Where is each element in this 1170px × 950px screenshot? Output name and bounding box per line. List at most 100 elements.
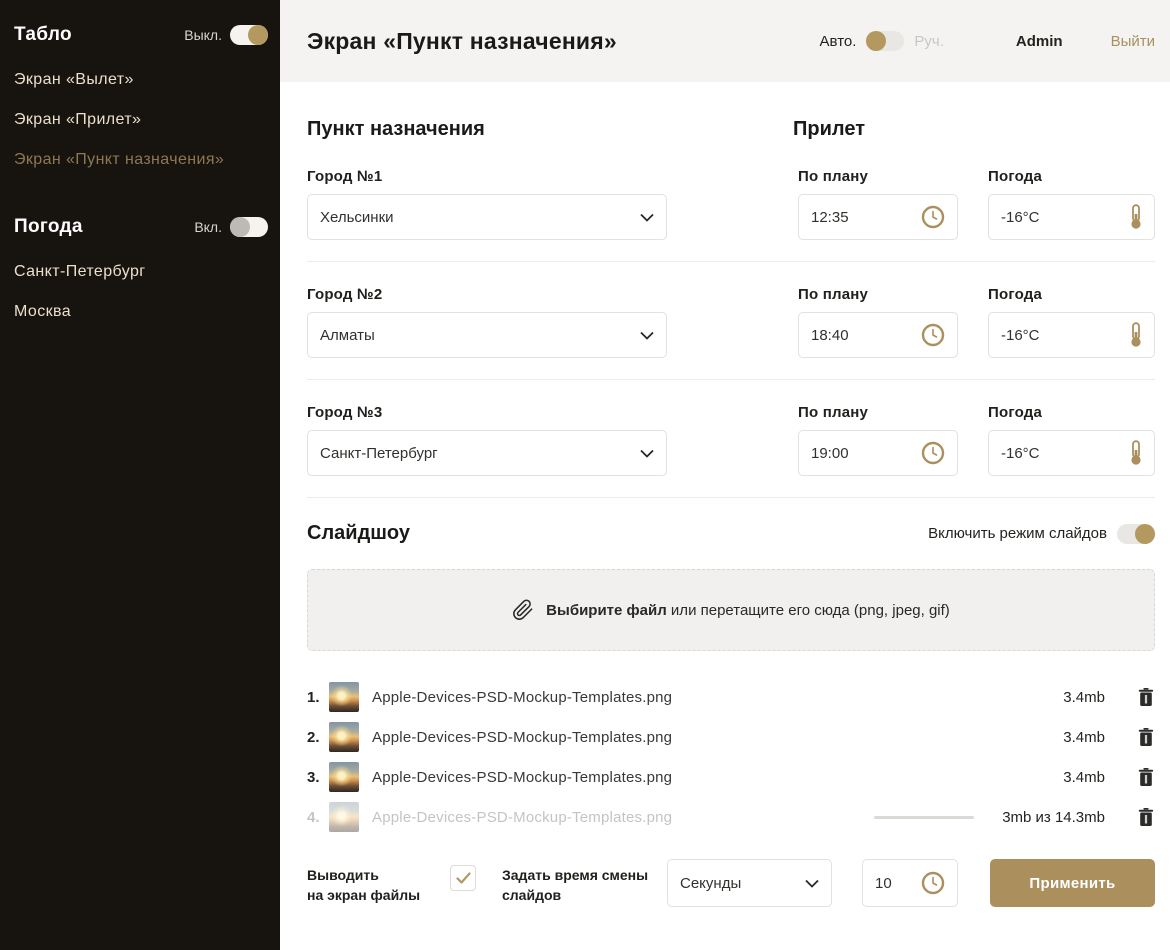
dropzone-text: Выбирите файл или перетащите его сюда (p… — [546, 602, 950, 619]
weather-toggle[interactable] — [230, 217, 268, 237]
upload-progress-text: 3mb из 14.3mb — [1002, 809, 1105, 826]
section-divider — [307, 497, 1155, 498]
apply-button[interactable]: Применить — [990, 859, 1155, 907]
slideshow-toggle-label: Включить режим слайдов — [928, 525, 1107, 542]
slideshow-heading: Слайдшоу — [307, 522, 410, 545]
trash-icon — [1138, 808, 1154, 827]
main-area: Экран «Пункт назначения» Авто. Руч. Admi… — [280, 0, 1170, 950]
board-toggle[interactable] — [230, 25, 268, 45]
clock-icon — [921, 323, 945, 347]
upload-progress-bar — [874, 816, 974, 819]
time-unit-value: Секунды — [680, 875, 741, 892]
plan-1-label: По плану — [798, 168, 958, 185]
arrival-heading: Прилет — [793, 118, 865, 141]
weather-1-label: Погода — [988, 168, 1155, 185]
file-dropzone[interactable]: Выбирите файл или перетащите его сюда (p… — [307, 569, 1155, 651]
trash-icon — [1138, 688, 1154, 707]
plan-3-input[interactable]: 19:00 — [798, 430, 958, 476]
sidebar-section-weather: Погода Вкл. Санкт-Петербург Москва — [14, 216, 268, 332]
destination-row-3: Город №3 Санкт-Петербург По плану 19:00 … — [307, 404, 1155, 476]
interval-value-input[interactable]: 10 — [862, 859, 958, 907]
file-thumbnail — [329, 722, 359, 752]
weather-2-value: -16°C — [1001, 327, 1040, 344]
sidebar: Табло Выкл. Экран «Вылет» Экран «Прилет»… — [0, 0, 280, 950]
plan-2-label: По плану — [798, 286, 958, 303]
sidebar-item-departure-screen[interactable]: Экран «Вылет» — [14, 60, 268, 100]
delete-file-button[interactable] — [1137, 727, 1155, 747]
sidebar-item-spb[interactable]: Санкт-Петербург — [14, 252, 268, 292]
board-toggle-label: Выкл. — [184, 27, 222, 43]
thermometer-icon — [1130, 440, 1142, 466]
file-size: 3.4mb — [1063, 689, 1105, 706]
file-name: Apple-Devices-PSD-Mockup-Templates.png — [372, 769, 672, 786]
city-3-value: Санкт-Петербург — [320, 445, 438, 462]
weather-2-label: Погода — [988, 286, 1155, 303]
chevron-down-icon — [640, 331, 654, 340]
weather-toggle-label: Вкл. — [194, 219, 222, 235]
plan-2-input[interactable]: 18:40 — [798, 312, 958, 358]
file-name: Apple-Devices-PSD-Mockup-Templates.png — [372, 729, 672, 746]
weather-1-value: -16°C — [1001, 209, 1040, 226]
plan-3-value: 19:00 — [811, 445, 849, 462]
file-size: 3.4mb — [1063, 769, 1105, 786]
paperclip-icon — [512, 599, 534, 621]
city-2-select[interactable]: Алматы — [307, 312, 667, 358]
destination-row-1: Город №1 Хельсинки По плану 12:35 Погода — [307, 168, 1155, 240]
slideshow-toggle[interactable] — [1117, 524, 1155, 544]
weather-2-input[interactable]: -16°C — [988, 312, 1155, 358]
row-divider — [307, 379, 1155, 380]
file-size: 3.4mb — [1063, 729, 1105, 746]
manual-mode-label: Руч. — [914, 33, 944, 50]
trash-icon — [1138, 768, 1154, 787]
sidebar-item-destination-screen[interactable]: Экран «Пункт назначения» — [14, 140, 268, 180]
city-1-value: Хельсинки — [320, 209, 394, 226]
content: Пункт назначения Прилет Город №1 Хельсин… — [280, 82, 1170, 919]
delete-file-button[interactable] — [1137, 687, 1155, 707]
plan-1-input[interactable]: 12:35 — [798, 194, 958, 240]
chevron-down-icon — [640, 213, 654, 222]
weather-3-input[interactable]: -16°C — [988, 430, 1155, 476]
sidebar-title-weather: Погода — [14, 216, 83, 238]
city-1-select[interactable]: Хельсинки — [307, 194, 667, 240]
delete-file-button[interactable] — [1137, 767, 1155, 787]
file-number: 2. — [307, 729, 329, 746]
logout-link[interactable]: Выйти — [1111, 33, 1155, 50]
user-name: Admin — [1016, 33, 1063, 50]
slideshow-footer: Выводить на экран файлы Задать время сме… — [307, 859, 1155, 919]
weather-1-input[interactable]: -16°C — [988, 194, 1155, 240]
thermometer-icon — [1130, 204, 1142, 230]
clock-icon — [921, 205, 945, 229]
file-row-1: 1. Apple-Devices-PSD-Mockup-Templates.pn… — [307, 677, 1155, 717]
city-2-label: Город №2 — [307, 286, 667, 303]
sidebar-item-arrival-screen[interactable]: Экран «Прилет» — [14, 100, 268, 140]
city-3-select[interactable]: Санкт-Петербург — [307, 430, 667, 476]
file-number: 4. — [307, 809, 329, 826]
destination-row-2: Город №2 Алматы По плану 18:40 Погода — [307, 286, 1155, 358]
dropzone-rest: или перетащите его сюда (png, jpeg, gif) — [667, 602, 950, 619]
interval-value: 10 — [875, 875, 892, 892]
auto-manual-toggle[interactable] — [866, 31, 904, 51]
auto-mode-label: Авто. — [820, 33, 857, 50]
file-name: Apple-Devices-PSD-Mockup-Templates.png — [372, 689, 672, 706]
weather-3-label: Погода — [988, 404, 1155, 421]
checkmark-icon — [456, 872, 471, 884]
chevron-down-icon — [640, 449, 654, 458]
sidebar-item-moscow[interactable]: Москва — [14, 292, 268, 332]
display-files-label: Выводить на экран файлы — [307, 859, 442, 905]
trash-icon — [1138, 728, 1154, 747]
delete-file-button[interactable] — [1137, 807, 1155, 827]
display-files-checkbox[interactable] — [450, 865, 476, 891]
file-row-3: 3. Apple-Devices-PSD-Mockup-Templates.pn… — [307, 757, 1155, 797]
dropzone-bold: Выбирите файл — [546, 602, 667, 619]
city-3-label: Город №3 — [307, 404, 667, 421]
file-list: 1. Apple-Devices-PSD-Mockup-Templates.pn… — [307, 677, 1155, 837]
city-2-value: Алматы — [320, 327, 375, 344]
time-unit-select[interactable]: Секунды — [667, 859, 832, 907]
file-thumbnail — [329, 762, 359, 792]
slide-interval-label: Задать время смены слайдов — [502, 859, 662, 905]
destination-heading: Пункт назначения — [307, 118, 485, 141]
file-number: 1. — [307, 689, 329, 706]
weather-3-value: -16°C — [1001, 445, 1040, 462]
chevron-down-icon — [805, 879, 819, 888]
topbar: Экран «Пункт назначения» Авто. Руч. Admi… — [280, 0, 1170, 82]
